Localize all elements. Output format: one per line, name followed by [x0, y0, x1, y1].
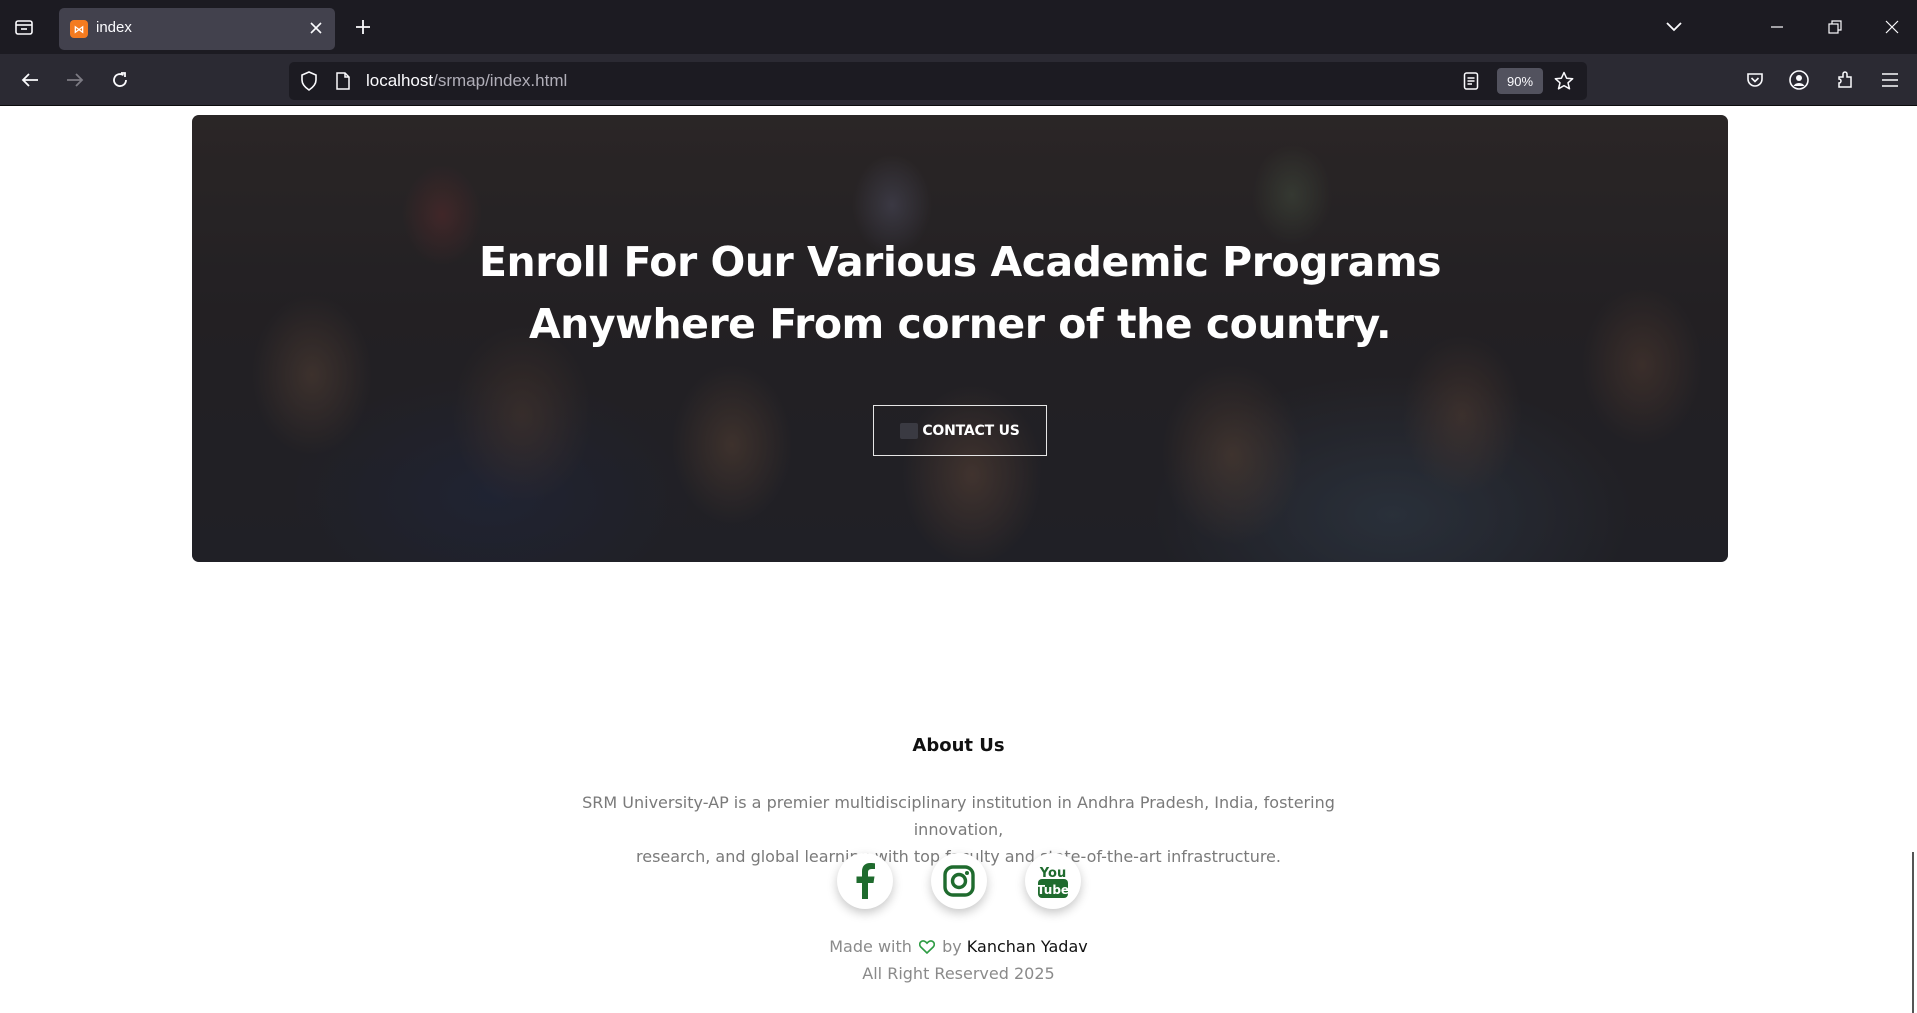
xampp-favicon-icon: ⋈ [70, 20, 88, 38]
by-text: by [942, 937, 962, 956]
tab-index[interactable]: ⋈ index [59, 8, 335, 50]
about-text-line1: SRM University-AP is a premier multidisc… [582, 793, 1335, 839]
shield-icon[interactable] [299, 71, 319, 91]
bookmark-star-icon[interactable] [1553, 70, 1575, 92]
reader-view-icon[interactable] [1461, 71, 1481, 91]
svg-text:Tube: Tube [1037, 883, 1069, 897]
contact-us-button[interactable]: CONTACT US [873, 405, 1047, 456]
restore-icon[interactable] [1820, 12, 1850, 42]
made-with-credit: Made with by Kanchan Yadav [0, 937, 1917, 958]
zoom-level-badge[interactable]: 90% [1497, 68, 1543, 94]
hero-banner: Enroll For Our Various Academic Programs… [192, 115, 1728, 562]
page-info-icon[interactable] [333, 71, 353, 91]
minimize-icon[interactable] [1762, 12, 1792, 42]
page-scrollbar[interactable] [1912, 852, 1914, 1013]
url-text[interactable]: localhost/srmap/index.html [366, 71, 567, 91]
firefox-view-icon[interactable] [10, 13, 38, 41]
about-title: About Us [912, 735, 1005, 756]
new-tab-plus-icon[interactable] [350, 14, 376, 40]
author-link[interactable]: Kanchan Yadav [967, 937, 1088, 956]
url-path: /srmap/index.html [433, 71, 568, 90]
contact-us-label: CONTACT US [922, 422, 1020, 439]
url-host: localhost [366, 71, 434, 90]
forward-arrow-icon[interactable] [61, 66, 89, 94]
broken-image-icon [900, 422, 919, 439]
pocket-icon[interactable] [1741, 66, 1769, 94]
reload-icon[interactable] [106, 66, 134, 94]
extensions-icon[interactable] [1831, 66, 1859, 94]
account-icon[interactable] [1785, 66, 1813, 94]
hero-title: Enroll For Our Various Academic Programs… [192, 231, 1728, 355]
made-with-text: Made with [829, 937, 912, 956]
heart-icon [918, 939, 936, 958]
tab-bar: ⋈ index [0, 0, 1917, 54]
facebook-icon[interactable] [837, 853, 893, 909]
page-content: Enroll For Our Various Academic Programs… [0, 107, 1917, 1013]
youtube-icon[interactable]: You Tube [1025, 853, 1081, 909]
hero-title-line1: Enroll For Our Various Academic Programs [479, 238, 1441, 286]
hamburger-menu-icon[interactable] [1876, 66, 1904, 94]
chevron-down-icon[interactable] [1661, 14, 1687, 40]
hero-title-line2: Anywhere From corner of the country. [528, 300, 1392, 348]
back-arrow-icon[interactable] [16, 66, 44, 94]
tab-title: index [96, 19, 132, 36]
instagram-icon[interactable] [931, 853, 987, 909]
copyright-text: All Right Reserved 2025 [862, 964, 1055, 983]
close-tab-icon[interactable] [307, 19, 325, 37]
address-bar[interactable]: localhost/srmap/index.html 90% [289, 62, 1587, 100]
close-window-icon[interactable] [1877, 12, 1907, 42]
svg-text:You: You [1039, 866, 1066, 881]
